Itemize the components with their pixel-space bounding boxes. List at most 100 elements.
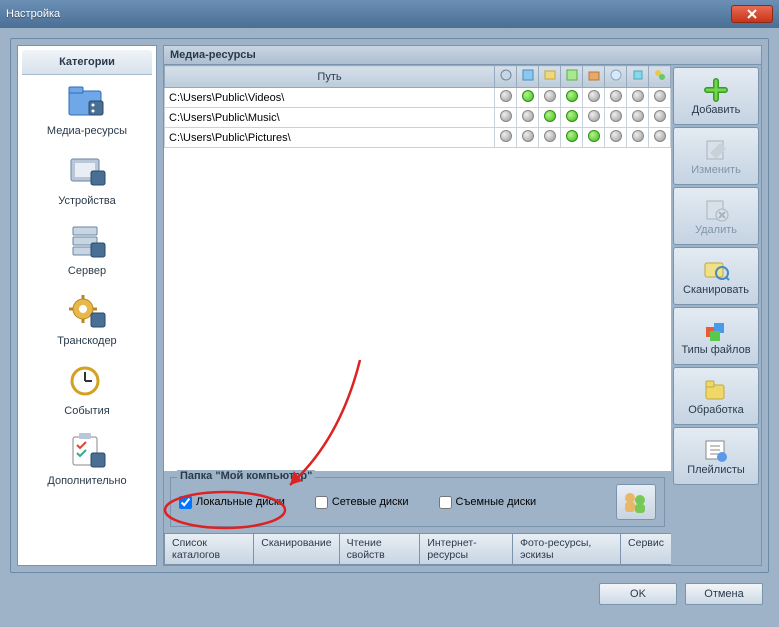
status-cell[interactable] (627, 88, 649, 108)
ok-button[interactable]: OK (599, 583, 677, 605)
cancel-button[interactable]: Отмена (685, 583, 763, 605)
status-cell[interactable] (627, 108, 649, 128)
status-dot-off-icon (610, 90, 622, 102)
checkbox-local-disks[interactable]: Локальные диски (179, 496, 285, 509)
close-icon (747, 9, 757, 19)
status-dot-off-icon (632, 130, 644, 142)
sidebar-item-label: Устройства (58, 195, 116, 207)
toolbar-process-button[interactable]: Обработка (673, 367, 759, 425)
status-cell[interactable] (627, 128, 649, 148)
sidebar-item-server[interactable]: Сервер (18, 215, 156, 285)
window-title: Настройка (6, 8, 731, 20)
status-dot-off-icon (654, 130, 666, 142)
sidebar-item-devices[interactable]: Устройства (18, 145, 156, 215)
toolbar-label: Добавить (692, 104, 741, 116)
checkbox-network-disks[interactable]: Сетевые диски (315, 496, 409, 509)
status-cell[interactable] (539, 108, 561, 128)
bottom-tab[interactable]: Чтение свойств (339, 534, 421, 565)
toolbar-filetypes-button[interactable]: Типы файлов (673, 307, 759, 365)
column-icon[interactable] (649, 66, 671, 88)
sidebar-item-events[interactable]: События (18, 355, 156, 425)
checklist-icon (65, 429, 109, 473)
status-dot-on-icon (566, 90, 578, 102)
status-dot-off-icon (500, 130, 512, 142)
status-dot-off-icon (610, 130, 622, 142)
toolbar-delete-button: Удалить (673, 187, 759, 245)
dialog-buttons: OK Отмена (10, 573, 769, 605)
status-cell[interactable] (583, 88, 605, 108)
status-dot-off-icon (500, 90, 512, 102)
close-button[interactable] (731, 5, 773, 23)
status-cell[interactable] (583, 128, 605, 148)
bottom-tab[interactable]: Фото-ресурсы, эскизы (512, 534, 621, 565)
table-row[interactable]: C:\Users\Public\Music\ (165, 108, 671, 128)
status-cell[interactable] (517, 88, 539, 108)
status-cell[interactable] (649, 108, 671, 128)
status-dot-off-icon (632, 110, 644, 122)
checkbox-input[interactable] (315, 496, 328, 509)
checkbox-removable-disks[interactable]: Съемные диски (439, 496, 537, 509)
toolbar-label: Изменить (691, 164, 741, 176)
checkbox-label: Сетевые диски (332, 496, 409, 508)
users-button[interactable] (616, 484, 656, 520)
status-cell[interactable] (539, 88, 561, 108)
categories-sidebar: Категории Медиа-ресурсы Устройства Серве… (17, 45, 157, 566)
column-path[interactable]: Путь (165, 66, 495, 88)
sidebar-item-advanced[interactable]: Дополнительно (18, 425, 156, 495)
my-computer-fieldset: Папка "Мой компьютер" Локальные диски Се… (170, 477, 665, 527)
path-cell: C:\Users\Public\Music\ (165, 108, 495, 128)
folder-media-icon (65, 79, 109, 123)
path-cell: C:\Users\Public\Pictures\ (165, 128, 495, 148)
toolbar-label: Сканировать (683, 284, 749, 296)
status-cell[interactable] (605, 128, 627, 148)
status-cell[interactable] (561, 128, 583, 148)
status-cell[interactable] (495, 108, 517, 128)
table-row[interactable]: C:\Users\Public\Pictures\ (165, 128, 671, 148)
checkbox-label: Локальные диски (196, 496, 285, 508)
bottom-tab[interactable]: Интернет-ресурсы (419, 534, 513, 565)
status-cell[interactable] (495, 88, 517, 108)
toolbar-label: Плейлисты (687, 464, 745, 476)
filetypes-icon (700, 316, 732, 344)
status-cell[interactable] (539, 128, 561, 148)
sidebar-item-label: Сервер (68, 265, 106, 277)
checkbox-input[interactable] (439, 496, 452, 509)
content-title: Медиа-ресурсы (163, 45, 762, 65)
sidebar-tab[interactable]: Категории (22, 50, 152, 75)
status-cell[interactable] (561, 88, 583, 108)
content-area: Медиа-ресурсы Путь (163, 45, 762, 566)
sidebar-item-media[interactable]: Медиа-ресурсы (18, 75, 156, 145)
bottom-tab[interactable]: Список каталогов (164, 534, 254, 565)
status-cell[interactable] (561, 108, 583, 128)
toolbar-scan-button[interactable]: Сканировать (673, 247, 759, 305)
status-cell[interactable] (649, 88, 671, 108)
column-icon[interactable] (583, 66, 605, 88)
status-cell[interactable] (649, 128, 671, 148)
column-icon[interactable] (605, 66, 627, 88)
status-cell[interactable] (517, 108, 539, 128)
checkbox-label: Съемные диски (456, 496, 537, 508)
column-icon[interactable] (539, 66, 561, 88)
column-icon[interactable] (561, 66, 583, 88)
status-cell[interactable] (517, 128, 539, 148)
status-cell[interactable] (495, 128, 517, 148)
sidebar-item-label: Дополнительно (47, 475, 126, 487)
toolbar-plus-button[interactable]: Добавить (673, 67, 759, 125)
toolbar-playlists-button[interactable]: Плейлисты (673, 427, 759, 485)
main-panel: Категории Медиа-ресурсы Устройства Серве… (10, 38, 769, 573)
status-cell[interactable] (605, 108, 627, 128)
bottom-tab[interactable]: Сервис (620, 534, 672, 565)
edit-icon (700, 136, 732, 164)
scan-icon (700, 256, 732, 284)
checkbox-input[interactable] (179, 496, 192, 509)
status-cell[interactable] (583, 108, 605, 128)
sidebar-item-transcoder[interactable]: Транскодер (18, 285, 156, 355)
column-icon[interactable] (495, 66, 517, 88)
column-icon[interactable] (517, 66, 539, 88)
column-icon[interactable] (627, 66, 649, 88)
table-row[interactable]: C:\Users\Public\Videos\ (165, 88, 671, 108)
status-dot-on-icon (588, 130, 600, 142)
status-cell[interactable] (605, 88, 627, 108)
bottom-tab[interactable]: Сканирование (253, 534, 339, 565)
titlebar: Настройка (0, 0, 779, 28)
